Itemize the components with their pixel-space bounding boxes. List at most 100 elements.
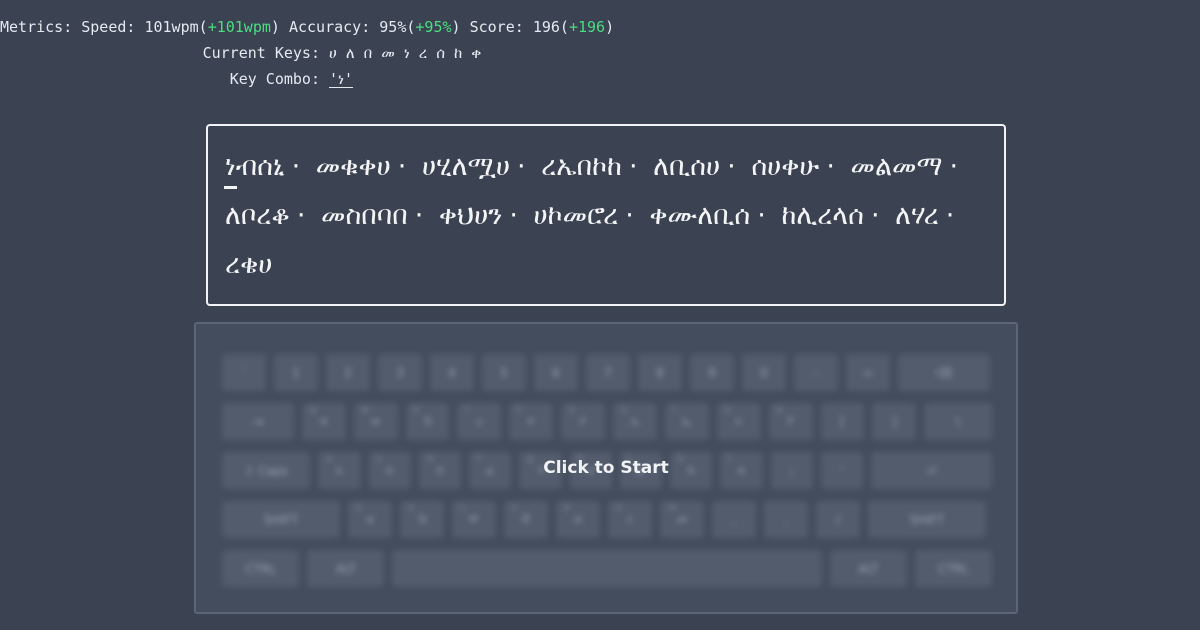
keyboard-key[interactable]: ቸc [452, 501, 496, 538]
current-key: ሰ [436, 44, 446, 62]
keyboard-key[interactable]: መm [660, 501, 704, 538]
score-label: Score: [469, 18, 524, 36]
keyboard-key[interactable]: 9 [690, 354, 734, 391]
keyboard-key[interactable]: [ [820, 403, 865, 440]
keyboard-key[interactable]: ⌫ [898, 354, 990, 391]
practice-word: ለቦረቆ [225, 200, 290, 231]
accuracy-value: 95% [379, 18, 407, 36]
key-label: ኢ [681, 414, 692, 428]
key-label: 0 [760, 365, 768, 380]
practice-word: ሰሀቀሁ [751, 151, 820, 182]
key-sub-label: p [776, 405, 783, 415]
keyboard-key[interactable]: ዘz [348, 501, 392, 538]
keyboard-key[interactable]: ፐp [768, 403, 813, 440]
keyboard-key[interactable]: \ [924, 403, 993, 440]
key-combo-label: Key Combo: [229, 70, 320, 88]
key-label: ፐ [786, 414, 795, 428]
word-separator: · [296, 200, 306, 231]
current-key: ረ [418, 44, 428, 62]
keyboard-key[interactable]: 2 [326, 354, 370, 391]
keyboard-key[interactable]: ኦo [716, 403, 761, 440]
keyboard-key[interactable]: SHIFT [222, 501, 340, 538]
key-label: ኸ [417, 512, 427, 526]
keyboard-key[interactable]: ` [222, 354, 266, 391]
keyboard-key[interactable]: ተt [509, 403, 554, 440]
keyboard-key[interactable]: 4 [430, 354, 474, 391]
keyboard-key[interactable]: CTRL [222, 550, 300, 587]
key-sub-label: c [460, 503, 465, 513]
keyboard-key[interactable]: ወw [353, 403, 398, 440]
current-key: ለ [345, 44, 355, 62]
keyboard-key[interactable]: ኧe [405, 403, 450, 440]
word-separator: · [826, 151, 835, 182]
practice-word: ሀሂለሟሀ [421, 151, 510, 182]
keyboard-key[interactable]: , [712, 501, 756, 538]
word-separator: · [291, 151, 301, 182]
keyboard-key[interactable]: ረr [457, 403, 502, 440]
keyboard-key[interactable]: 7 [586, 354, 630, 391]
key-label: ኦ [735, 414, 743, 428]
keyboard-key[interactable]: ቀq [301, 403, 346, 440]
key-label: 2 [344, 365, 352, 380]
key-sub-label: x [408, 503, 414, 513]
keyboard-key[interactable]: ALT [307, 550, 385, 587]
accuracy-label: Accuracy: [288, 18, 371, 36]
key-label: ] [892, 414, 897, 429]
keyboard-key[interactable]: ኡu [613, 403, 657, 440]
key-label: ` [241, 365, 247, 380]
keyboard-key[interactable] [392, 550, 822, 587]
keyboard-key[interactable]: . [764, 501, 808, 538]
speed-value: 101wpm [144, 18, 199, 36]
key-sub-label: y [569, 405, 575, 415]
key-label: 8 [656, 365, 664, 380]
key-combo-row: Key Combo: 'ነ' [0, 66, 600, 92]
keyboard-key[interactable]: 0 [742, 354, 786, 391]
keyboard-key[interactable]: ነn [608, 501, 652, 538]
keyboard-key[interactable]: ኸx [400, 501, 444, 538]
word-separator: · [625, 200, 634, 231]
keyboard-key[interactable]: = [846, 354, 890, 391]
keyboard-key[interactable]: ⇥ [222, 403, 294, 440]
keyboard-key[interactable]: ALT [829, 550, 907, 587]
key-label: 7 [604, 365, 612, 380]
keyboard-row: SHIFT ዘ z ኸ x ቸ c ቨ v በ b ነ n መ m,. / SHIFT [222, 501, 992, 538]
keyboard-key[interactable]: 5 [482, 354, 526, 391]
key-combo-value: 'ነ' [329, 70, 354, 88]
current-key: በ [363, 44, 373, 62]
keyboard-key[interactable]: ቨv [504, 501, 548, 538]
keyboard-key[interactable]: - [794, 354, 838, 391]
virtual-keyboard[interactable]: ` 1 2 3 4 5 6 7 8 9 0- = ⌫ ⇥ ቀ q ወ w ኧ e ረ r ተ t የ y ኡ u ኢ i ኦ o ፐ p[] \ ⇪ … [194, 322, 1018, 614]
keyboard-key[interactable]: ኢi [664, 403, 709, 440]
key-label: , [732, 512, 736, 527]
accuracy-delta: +95% [415, 18, 452, 36]
key-label: [ [840, 414, 845, 429]
word-separator: · [414, 200, 424, 231]
key-sub-label: n [616, 503, 622, 513]
metrics-panel: Metrics: Speed: 101wpm(+101wpm) Accuracy… [0, 14, 614, 92]
key-sub-label: e [413, 405, 420, 415]
keyboard-key[interactable]: SHIFT [868, 501, 986, 538]
practice-text-area[interactable]: ነብሰኒ · መቁቀሀ · ሀሂለሟሀ · ረኤበኮከ · ለቢሰሀ · ሰሀቀሁ · መል… [206, 124, 1006, 306]
key-label: ረ [475, 414, 483, 428]
key-sub-label: u [621, 405, 627, 415]
keyboard-key[interactable]: በb [556, 501, 600, 538]
key-label: SHIFT [263, 512, 299, 527]
key-label: 6 [552, 365, 560, 380]
current-key: ነ [403, 44, 410, 62]
key-label: 5 [500, 365, 508, 380]
keyboard-key[interactable]: / [816, 501, 860, 538]
practice-word: መልመማ [850, 151, 943, 182]
word-separator: · [949, 151, 959, 182]
key-label: በ [574, 512, 582, 526]
key-sub-label: r [465, 405, 470, 415]
keyboard-key[interactable]: CTRL [914, 550, 992, 587]
key-label: ⌫ [935, 365, 953, 380]
keyboard-key[interactable]: 8 [638, 354, 682, 391]
keyboard-key[interactable]: ] [872, 403, 917, 440]
keyboard-key[interactable]: 3 [378, 354, 422, 391]
click-to-start-button[interactable]: Click to Start [196, 458, 1016, 478]
keyboard-key[interactable]: 1 [274, 354, 318, 391]
keyboard-key[interactable]: 6 [534, 354, 578, 391]
keyboard-key[interactable]: የy [561, 403, 606, 440]
key-label: ኧ [423, 414, 432, 428]
